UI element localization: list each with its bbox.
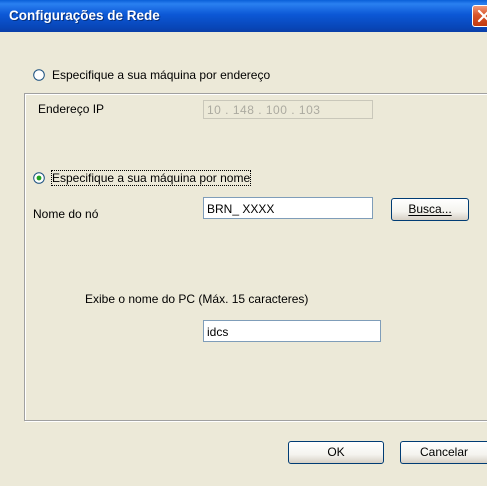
node-name-input[interactable]: BRN_ XXXX bbox=[203, 197, 373, 219]
radio-address-label[interactable]: Especifique a sua máquina por endereço bbox=[52, 68, 270, 82]
ok-button-label: OK bbox=[327, 445, 345, 459]
close-icon bbox=[477, 9, 487, 23]
radio-name[interactable] bbox=[33, 172, 45, 184]
ip-address-label: Endereço IP bbox=[38, 102, 105, 116]
pc-name-input[interactable]: idcs bbox=[203, 320, 381, 342]
radio-name-label[interactable]: Especifique a sua máquina por nome bbox=[50, 170, 252, 186]
radio-address[interactable] bbox=[33, 69, 45, 81]
network-settings-dialog: Configurações de Rede Especifique a sua … bbox=[0, 0, 487, 486]
close-button[interactable] bbox=[472, 5, 487, 27]
title-bar[interactable]: Configurações de Rede bbox=[0, 0, 487, 32]
settings-group-box bbox=[24, 93, 487, 421]
search-button-label: Busca... bbox=[408, 202, 452, 216]
ok-button[interactable]: OK bbox=[288, 441, 384, 464]
window-title: Configurações de Rede bbox=[9, 8, 160, 23]
pc-name-label: Exibe o nome do PC (Máx. 15 caracteres) bbox=[85, 292, 309, 306]
node-name-label: Nome do nó bbox=[33, 207, 99, 221]
ip-address-field: 10 . 148 . 100 . 103 bbox=[203, 100, 373, 119]
cancel-button-label: Cancelar bbox=[419, 445, 469, 459]
dialog-body: Especifique a sua máquina por endereço E… bbox=[0, 32, 487, 486]
search-button[interactable]: Busca... bbox=[391, 198, 469, 221]
cancel-button[interactable]: Cancelar bbox=[400, 441, 487, 464]
